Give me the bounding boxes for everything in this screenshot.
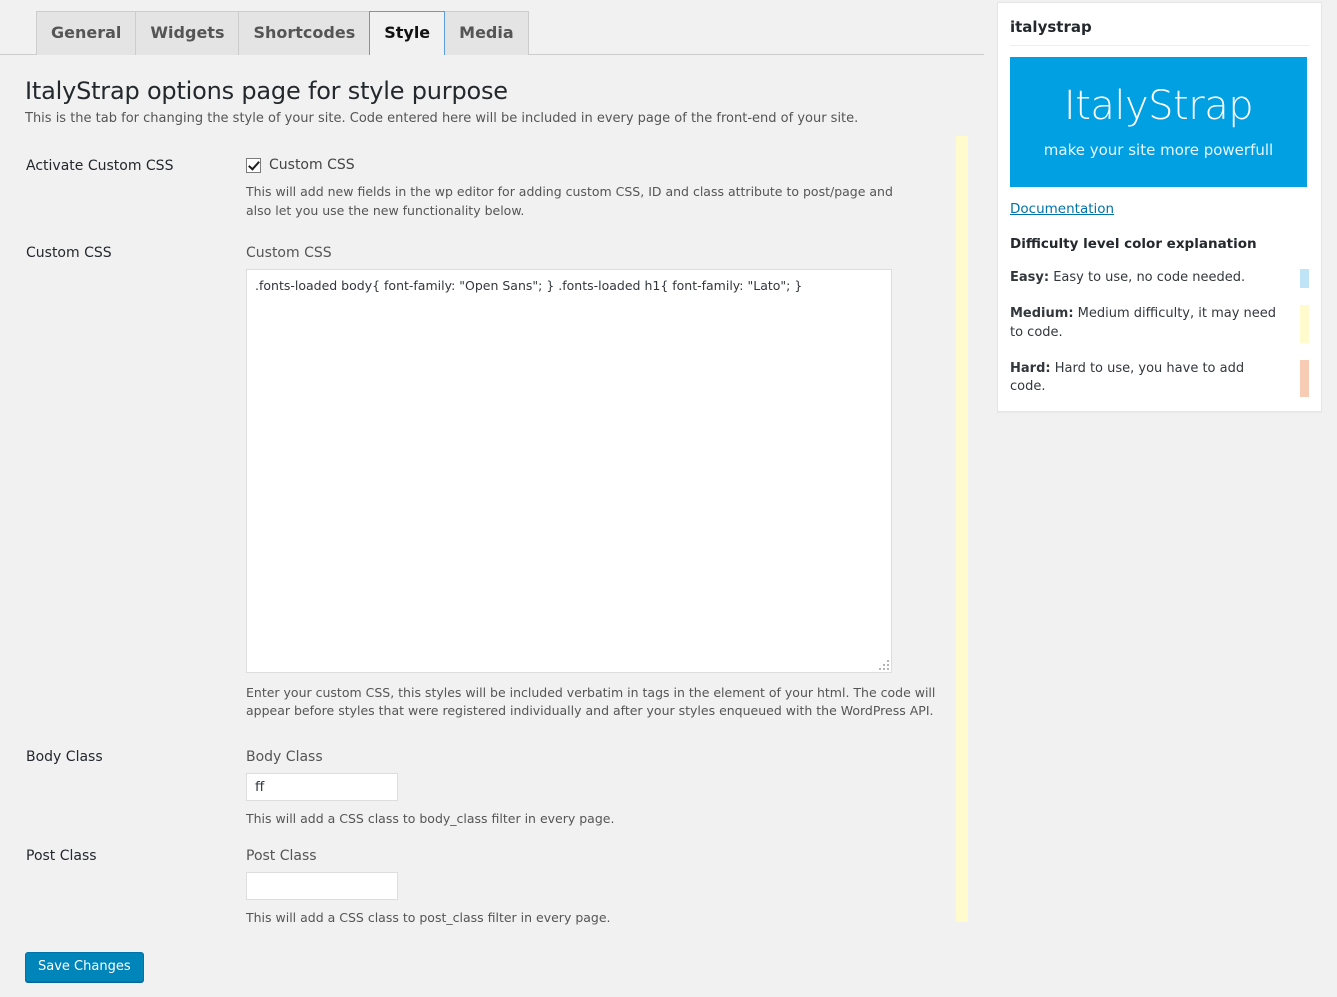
row-field-activate-custom-css: Custom CSS This will add new fields in t…	[246, 157, 946, 220]
custom-css-checkbox-label[interactable]: Custom CSS	[246, 157, 946, 174]
difficulty-item-medium: Medium: Medium difficulty, it may need t…	[1010, 304, 1309, 343]
save-changes-button[interactable]: Save Changes	[25, 952, 144, 982]
row-label-activate-custom-css: Activate Custom CSS	[26, 158, 174, 174]
body-class-input[interactable]	[246, 772, 398, 801]
row-field-body-class: Body Class This will add a CSS class to …	[246, 748, 946, 828]
difficulty-item-easy: Easy: Easy to use, no code needed.	[1010, 269, 1309, 288]
italystrap-info-panel: italystrap ItalyStrap make your site mor…	[997, 2, 1322, 413]
main-content-column: General Widgets Shortcodes Style Media Italy…	[0, 0, 984, 997]
row-label-custom-css: Custom CSS	[26, 245, 112, 261]
body-class-description: This will add a CSS class to body_class …	[246, 810, 615, 826]
difficulty-swatch-hard	[1300, 359, 1309, 398]
post-class-field-label: Post Class	[246, 848, 317, 864]
difficulty-heading: Difficulty level color explanation	[1010, 236, 1257, 252]
tab-widgets[interactable]: Widgets	[135, 11, 240, 55]
tab-general[interactable]: General	[36, 11, 137, 55]
difficulty-swatch-medium	[1300, 304, 1309, 343]
custom-css-field-label: Custom CSS	[246, 245, 332, 261]
post-class-description: This will add a CSS class to post_class …	[246, 909, 611, 925]
body-class-field-label: Body Class	[246, 749, 323, 765]
tab-shortcodes[interactable]: Shortcodes	[238, 11, 371, 55]
difficulty-item-easy-text: Easy to use, no code needed.	[1049, 270, 1246, 285]
custom-css-description: Enter your custom CSS, this styles will …	[246, 684, 936, 719]
settings-tab-bar: General Widgets Shortcodes Style Media	[0, 11, 984, 56]
row-label-post-class: Post Class	[26, 848, 97, 864]
post-class-input[interactable]	[246, 871, 398, 900]
row-field-post-class: Post Class This will add a CSS class to …	[246, 847, 946, 927]
row-field-custom-css: Custom CSS Enter your custom CSS, this s…	[246, 244, 946, 721]
difficulty-item-hard: Hard: Hard to use, you have to add code.	[1010, 359, 1309, 398]
activate-custom-css-description: This will add new fields in the wp edito…	[246, 183, 893, 218]
custom-css-checkbox-text: Custom CSS	[269, 157, 355, 173]
difficulty-level-stripe	[956, 136, 968, 922]
sidebar-title: italystrap	[1010, 18, 1309, 46]
banner-subtitle: make your site more powerfull	[1043, 141, 1274, 159]
tab-media[interactable]: Media	[444, 11, 529, 55]
tab-style[interactable]: Style	[369, 11, 446, 56]
italystrap-banner: ItalyStrap make your site more powerfull	[1010, 57, 1307, 187]
difficulty-swatch-easy	[1300, 269, 1309, 288]
page-description: This is the tab for changing the style o…	[25, 111, 859, 126]
difficulty-item-easy-name: Easy:	[1010, 270, 1050, 285]
documentation-link[interactable]: Documentation	[1010, 201, 1114, 217]
page-title: ItalyStrap options page for style purpos…	[25, 77, 508, 105]
custom-css-textarea[interactable]	[246, 268, 892, 673]
difficulty-item-medium-name: Medium:	[1010, 305, 1074, 321]
custom-css-textarea-wrapper	[246, 268, 892, 673]
custom-css-checkbox[interactable]	[246, 158, 261, 173]
banner-title: ItalyStrap	[1063, 83, 1254, 129]
row-label-body-class: Body Class	[26, 749, 103, 765]
difficulty-item-hard-name: Hard:	[1010, 360, 1051, 376]
